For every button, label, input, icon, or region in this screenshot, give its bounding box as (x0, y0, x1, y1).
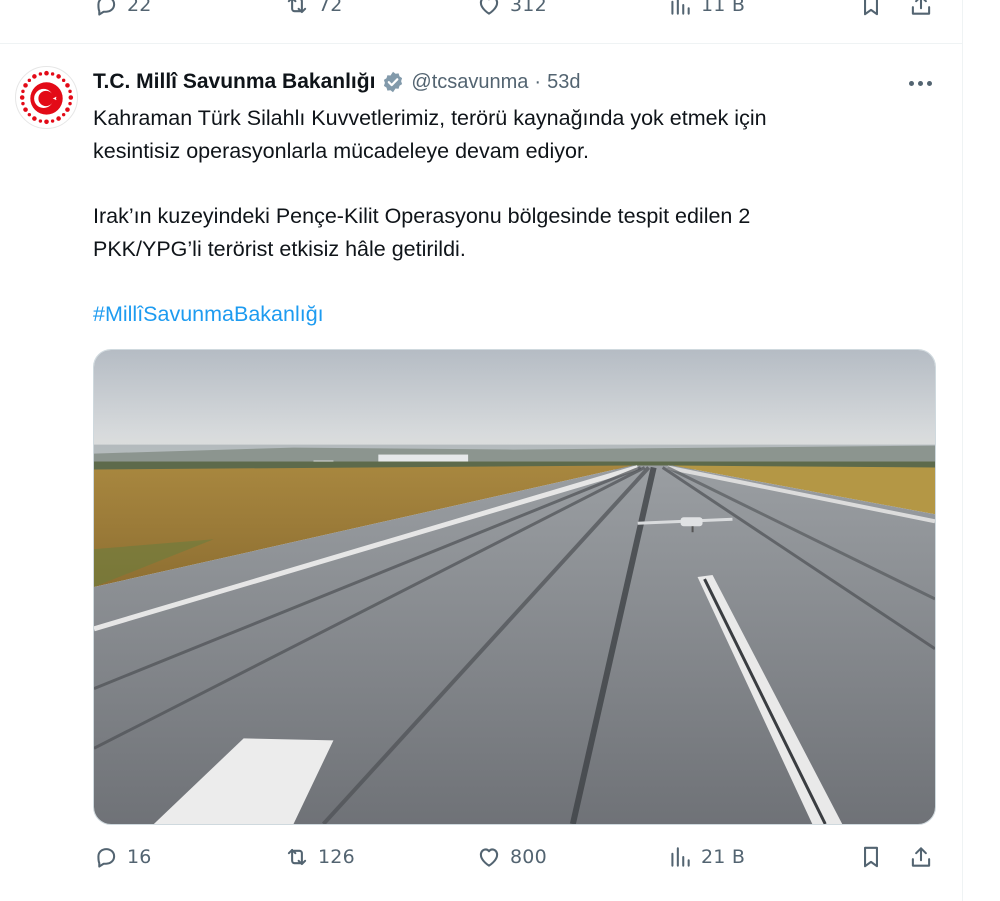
retweet-icon (287, 0, 307, 14)
bookmark-icon (864, 0, 878, 16)
retweet-count: 72 (318, 0, 343, 16)
more-icon (908, 80, 914, 86)
bookmark-button[interactable] (858, 0, 884, 18)
tweet-media-image[interactable] (93, 349, 936, 825)
verified-badge-icon[interactable] (381, 70, 405, 94)
reply-count: 16 (127, 846, 152, 868)
tweet-text: Kahraman Türk Silahlı Kuvvetlerimiz, ter… (93, 102, 893, 331)
avatar[interactable] (15, 66, 78, 129)
like-icon (479, 0, 499, 15)
reply-icon (97, 0, 116, 16)
hashtag-link[interactable]: #MillîSavunmaBakanlığı (93, 302, 324, 326)
share-button[interactable] (908, 844, 934, 870)
like-button[interactable]: 800 (476, 844, 547, 870)
previous-tweet-action-bar: 22 72 312 11 B (0, 0, 962, 44)
share-button[interactable] (908, 0, 934, 18)
views-icon (671, 847, 690, 867)
timeline-right-border (962, 0, 963, 901)
views-icon (671, 0, 690, 15)
runway-drone-image (94, 350, 935, 824)
author-display-name[interactable]: T.C. Millî Savunma Bakanlığı (93, 70, 375, 94)
like-icon (479, 848, 499, 867)
retweet-icon (287, 848, 307, 866)
views-count: 11 B (701, 0, 746, 16)
views-button[interactable]: 21 B (667, 844, 745, 870)
reply-button[interactable]: 22 (93, 0, 152, 18)
views-count: 21 B (701, 846, 746, 868)
tweet[interactable]: T.C. Millî Savunma Bakanlığı @tcsavunma … (0, 44, 962, 901)
tweet-text-line: Irak’ın kuzeyindeki Pençe-Kilit Operasyo… (93, 204, 751, 228)
msb-emblem-icon (17, 68, 76, 127)
tweet-text-line: Kahraman Türk Silahlı Kuvvetlerimiz, ter… (93, 106, 767, 130)
views-button[interactable]: 11 B (667, 0, 745, 18)
share-icon (911, 847, 931, 867)
bookmark-button[interactable] (858, 844, 884, 870)
like-count: 800 (510, 846, 547, 868)
bookmark-icon (864, 846, 878, 868)
tweet-text-line: kesintisiz operasyonlarla mücadeleye dev… (93, 139, 589, 163)
share-icon (911, 0, 931, 15)
tweet-timestamp[interactable]: 53d (547, 71, 580, 94)
reply-icon (97, 848, 116, 868)
author-handle[interactable]: @tcsavunma (411, 71, 528, 94)
retweet-button[interactable]: 72 (284, 0, 343, 18)
retweet-button[interactable]: 126 (284, 844, 355, 870)
reply-button[interactable]: 16 (93, 844, 152, 870)
tweet-text-line: PKK/YPG’li terörist etkisiz hâle getiril… (93, 237, 466, 261)
like-count: 312 (510, 0, 547, 16)
retweet-count: 126 (318, 846, 355, 868)
separator-dot: · (534, 70, 542, 93)
like-button[interactable]: 312 (476, 0, 547, 18)
more-options-button[interactable] (903, 70, 937, 96)
reply-count: 22 (127, 0, 152, 16)
tweet-header: T.C. Millî Savunma Bakanlığı @tcsavunma … (93, 67, 580, 97)
